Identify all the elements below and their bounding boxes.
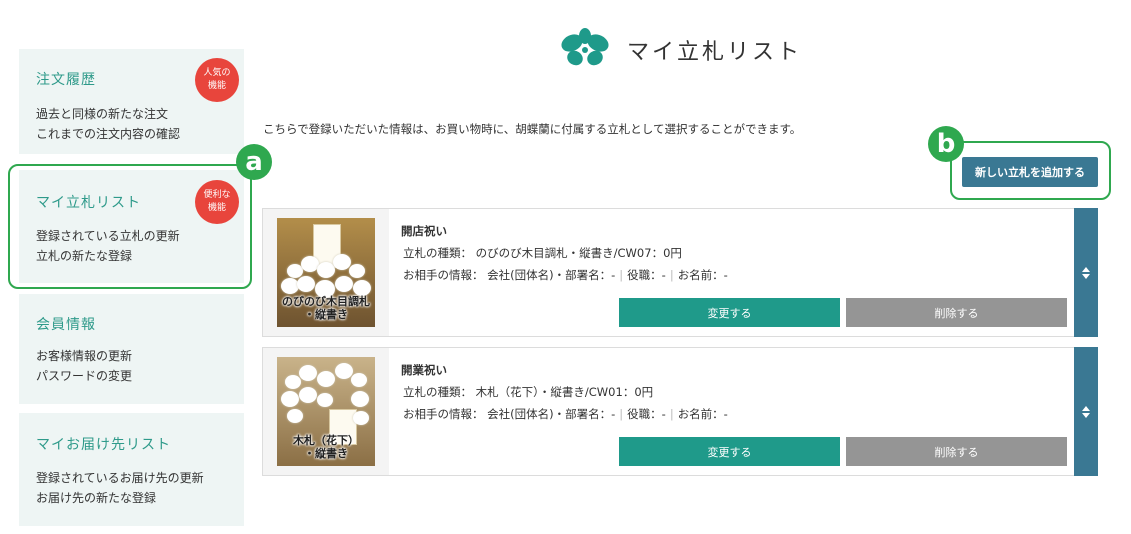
- sidebar-card-line: お届け先の新たな登録: [36, 491, 157, 505]
- sidebar-card-delivery-list[interactable]: マイお届け先リスト 登録されているお届け先の更新 お届け先の新たな登録: [19, 413, 244, 526]
- tag-partner-label: お相手の情報：: [403, 268, 484, 282]
- edit-button[interactable]: 変更する: [619, 298, 840, 327]
- sort-handle[interactable]: [1074, 208, 1098, 337]
- sort-arrows-icon: [1082, 405, 1090, 418]
- popular-badge: 人気の 機能: [195, 58, 239, 102]
- annotation-marker-a: a: [236, 144, 272, 180]
- sidebar-card-order-history[interactable]: 注文履歴 人気の 機能 過去と同様の新たな注文 これまでの注文内容の確認: [19, 49, 244, 154]
- tag-type-value: 木札（花下）・縦書き/CW01：0円: [475, 385, 654, 399]
- sidebar-card-title: 注文履歴: [36, 72, 96, 88]
- sidebar-card-line: これまでの注文内容の確認: [36, 127, 181, 141]
- tag-type-label: 立札の種類：: [403, 246, 472, 260]
- tag-list-item: 木札（花下） ・縦書き 開業祝い 立札の種類： 木札（花下）・縦書き/CW01：0…: [262, 347, 1098, 476]
- sort-arrows-icon: [1082, 266, 1090, 279]
- tag-list-item: のびのび木目調札 ・縦書き 開店祝い 立札の種類： のびのび木目調札・縦書き/CW…: [262, 208, 1098, 337]
- tag-person: お名前：-: [677, 407, 728, 421]
- annotation-marker-b: b: [928, 126, 964, 162]
- tag-type-label: 立札の種類：: [403, 385, 472, 399]
- add-new-tag-button[interactable]: 新しい立札を追加する: [962, 157, 1098, 187]
- intro-text: こちらで登録いただいた情報は、お買い物時に、胡蝶蘭に付属する立札として選択するこ…: [263, 122, 802, 136]
- tag-person: お名前：-: [677, 268, 728, 282]
- tag-company: 会社(団体名)・部署名：-: [487, 407, 616, 421]
- sort-handle[interactable]: [1074, 347, 1098, 476]
- tag-position: 役職：-: [627, 268, 666, 282]
- tag-partner-row: お相手の情報： 会社(団体名)・部署名：- | 役職：- | お名前：-: [403, 407, 728, 421]
- tag-thumbnail: 木札（花下） ・縦書き: [263, 348, 389, 475]
- sidebar-card-title: 会員情報: [36, 317, 96, 333]
- sidebar-card-line: パスワードの変更: [36, 369, 133, 383]
- tag-name: 開店祝い: [401, 224, 447, 238]
- delete-button[interactable]: 削除する: [846, 298, 1067, 327]
- sidebar-card-line: 過去と同様の新たな注文: [36, 107, 169, 121]
- sidebar-card-line: お客様情報の更新: [36, 349, 133, 363]
- tag-type-value: のびのび木目調札・縦書き/CW07：0円: [475, 246, 682, 260]
- tag-thumbnail: のびのび木目調札 ・縦書き: [263, 209, 389, 336]
- tag-thumbnail-image: のびのび木目調札 ・縦書き: [277, 218, 375, 327]
- tag-type-row: 立札の種類： のびのび木目調札・縦書き/CW07：0円: [403, 245, 682, 261]
- tag-thumbnail-caption: のびのび木目調札 ・縦書き: [282, 295, 370, 321]
- page-title: マイ立札リスト: [627, 40, 803, 65]
- tag-partner-label: お相手の情報：: [403, 407, 484, 421]
- tag-position: 役職：-: [627, 407, 666, 421]
- sidebar-card-title: マイお届け先リスト: [36, 437, 171, 453]
- orchid-logo-icon: [561, 28, 609, 66]
- tag-thumbnail-image: 木札（花下） ・縦書き: [277, 357, 375, 466]
- tag-thumbnail-caption: 木札（花下） ・縦書き: [293, 434, 359, 460]
- edit-button[interactable]: 変更する: [619, 437, 840, 466]
- tag-partner-row: お相手の情報： 会社(団体名)・部署名：- | 役職：- | お名前：-: [403, 268, 728, 282]
- tag-type-row: 立札の種類： 木札（花下）・縦書き/CW01：0円: [403, 384, 653, 400]
- delete-button[interactable]: 削除する: [846, 437, 1067, 466]
- sidebar-card-member-info[interactable]: 会員情報 お客様情報の更新 パスワードの変更: [19, 294, 244, 404]
- tag-company: 会社(団体名)・部署名：-: [487, 268, 616, 282]
- sidebar-card-line: 登録されているお届け先の更新: [36, 471, 204, 485]
- tag-name: 開業祝い: [401, 363, 447, 377]
- highlight-box-a: [8, 164, 252, 289]
